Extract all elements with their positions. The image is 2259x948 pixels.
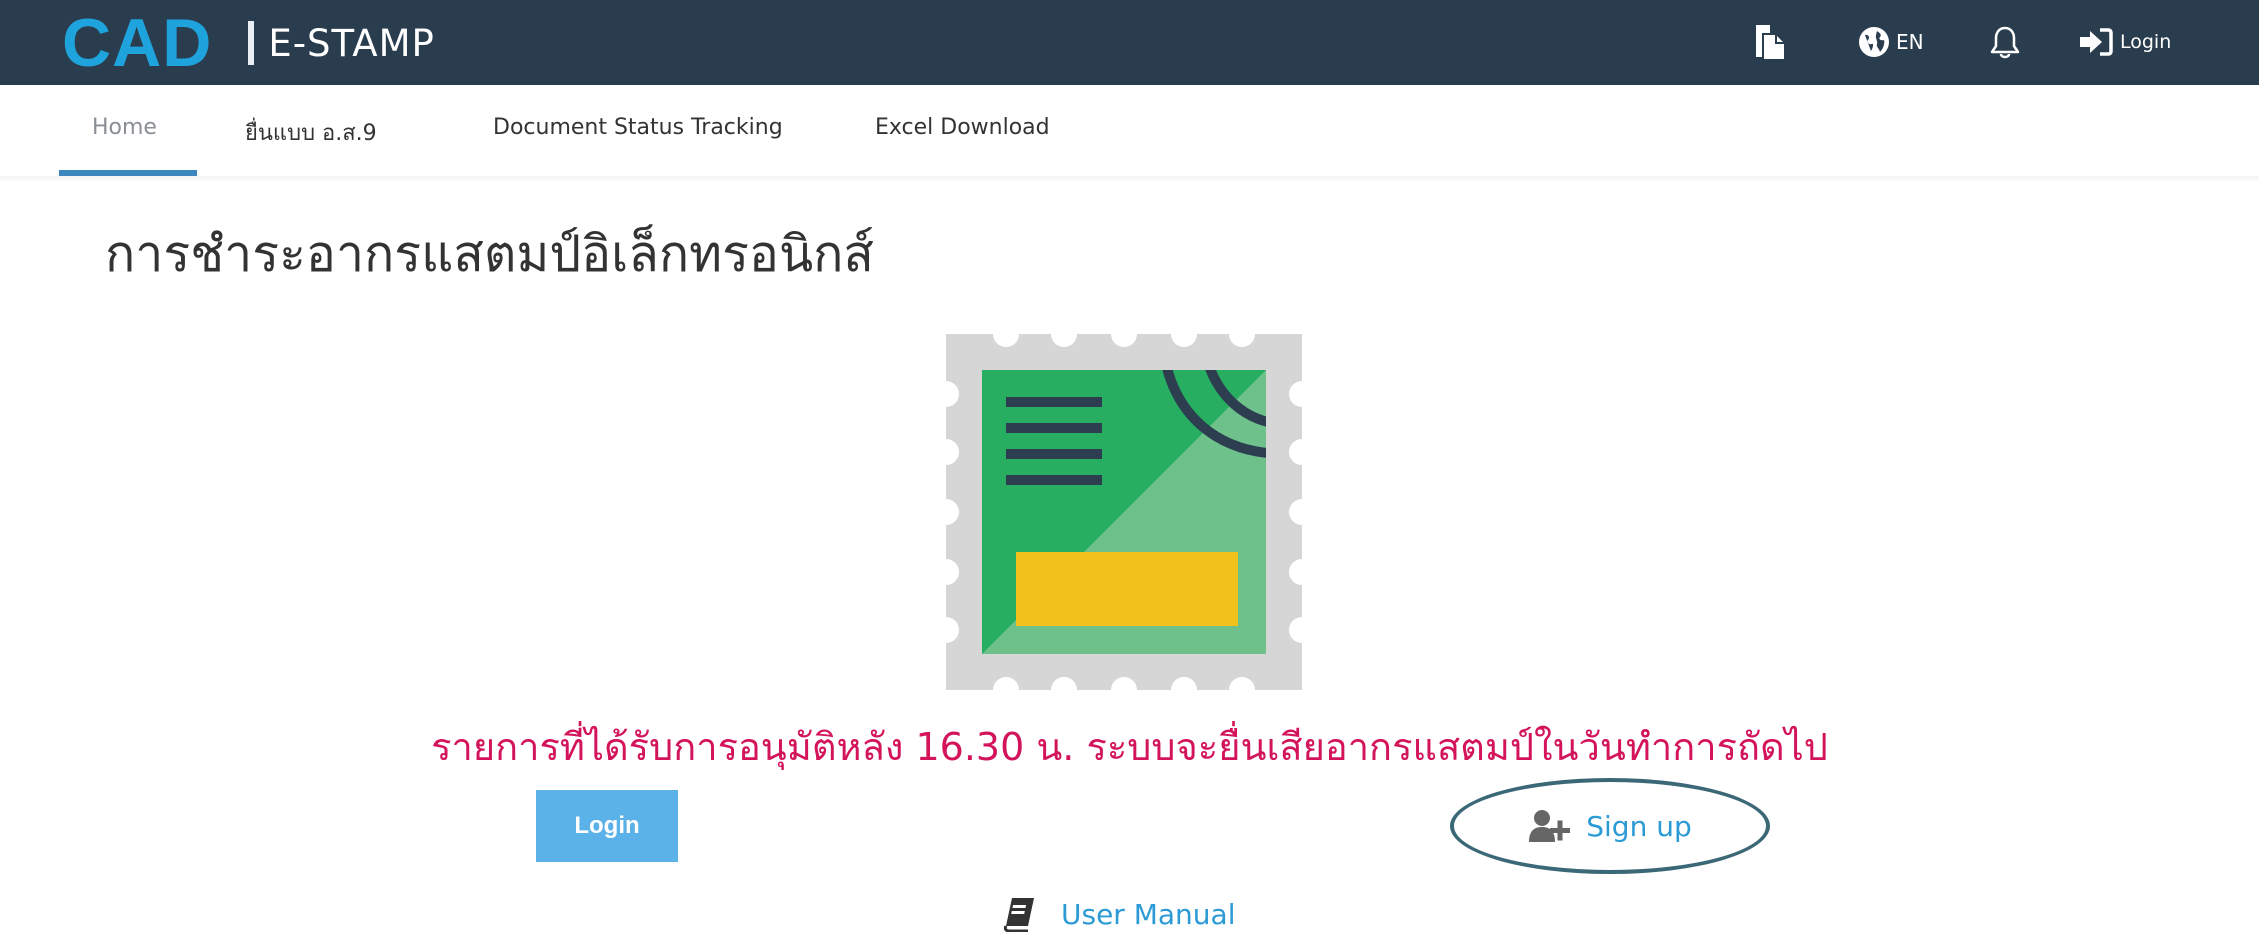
logo-cad-text: CAD (62, 5, 213, 81)
book-icon (1003, 898, 1034, 932)
header-login-label: Login (2120, 31, 2172, 53)
nav-divider (0, 176, 2259, 182)
notifications-button[interactable] (1990, 20, 2020, 64)
nav-item-home[interactable]: Home (92, 115, 157, 140)
top-bar: CAD E-STAMP EN Login (0, 0, 2259, 85)
app-logo[interactable]: CAD E-STAMP (62, 6, 435, 80)
bell-icon (1990, 26, 2020, 59)
language-selector[interactable]: EN (1858, 20, 1924, 64)
document-button[interactable] (1752, 20, 1786, 64)
globe-icon (1859, 27, 1889, 57)
nav-item-submit-form[interactable]: ยื่นแบบ อ.ส.9 (245, 115, 377, 150)
logo-divider (248, 21, 255, 65)
main-nav: Home ยื่นแบบ อ.ส.9 Document Status Track… (0, 85, 2259, 181)
page-title: การชำระอากรแสตมป์อิเล็กทรอนิกส์ (105, 225, 874, 283)
signup-label: Sign up (1586, 809, 1692, 843)
nav-item-excel-download[interactable]: Excel Download (875, 115, 1050, 140)
approval-notice: รายการที่ได้รับการอนุมัติหลัง 16.30 น. ร… (431, 725, 1828, 769)
signup-link[interactable]: Sign up (1450, 778, 1770, 874)
nav-item-document-status[interactable]: Document Status Tracking (493, 115, 783, 140)
user-plus-icon (1529, 810, 1571, 842)
logo-estamp-text: E-STAMP (268, 21, 435, 65)
header-login-button[interactable]: Login (2078, 20, 2171, 64)
stamp-illustration (946, 334, 1302, 690)
user-manual-link[interactable]: User Manual (1003, 890, 1235, 938)
language-label: EN (1896, 30, 1924, 54)
document-icon (1756, 25, 1784, 59)
user-manual-label: User Manual (1061, 897, 1236, 931)
sign-in-icon (2080, 28, 2113, 56)
login-button[interactable]: Login (536, 790, 678, 862)
